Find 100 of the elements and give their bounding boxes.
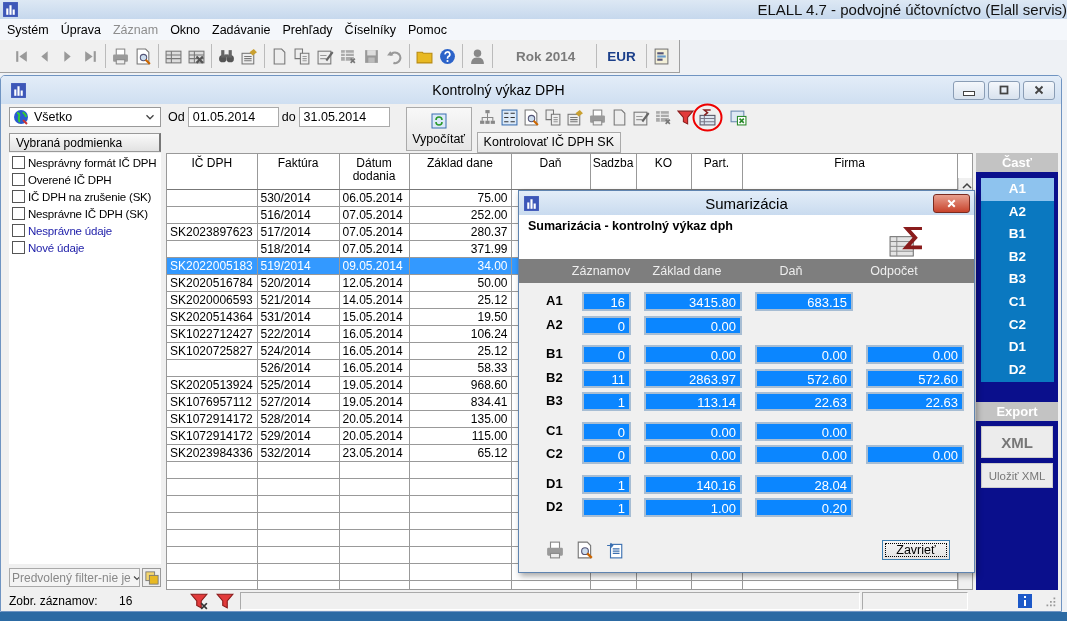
printer-icon[interactable] bbox=[546, 541, 564, 559]
close-button[interactable] bbox=[933, 193, 970, 213]
table-remove-icon[interactable] bbox=[340, 47, 357, 65]
column-header[interactable]: Dátum dodania bbox=[339, 154, 409, 189]
sum-field: 0.00 bbox=[644, 421, 742, 441]
table-cell: 25.12 bbox=[409, 291, 511, 308]
part-item[interactable]: D2 bbox=[981, 358, 1054, 382]
filter-dropdown[interactable]: Všetko bbox=[9, 107, 161, 127]
column-header: Odpočet bbox=[869, 264, 919, 278]
checkbox-label[interactable]: Overené IČ DPH bbox=[28, 173, 112, 186]
checkbox[interactable] bbox=[12, 173, 25, 186]
report-icon[interactable] bbox=[652, 47, 670, 65]
table-cell: 520/2014 bbox=[257, 274, 339, 291]
person-icon[interactable] bbox=[469, 47, 486, 65]
close-dialog-button[interactable]: Zavrieť bbox=[882, 540, 950, 560]
filter-options-button[interactable] bbox=[142, 568, 161, 587]
sum-table-icon[interactable] bbox=[698, 108, 716, 126]
hierarchy-icon[interactable] bbox=[478, 108, 496, 126]
table-remove-icon[interactable] bbox=[654, 108, 672, 126]
sum-field: 0 bbox=[582, 345, 631, 364]
print-preview-icon[interactable] bbox=[135, 47, 152, 65]
row-label: C2 bbox=[546, 445, 564, 461]
column-header[interactable]: Part. bbox=[691, 154, 742, 189]
refresh-icon bbox=[430, 113, 447, 129]
checkbox-label[interactable]: Nesprávne IČ DPH (SK) bbox=[28, 207, 148, 220]
part-item[interactable]: B2 bbox=[981, 245, 1054, 269]
checkbox-label[interactable]: Nesprávny formát IČ DPH bbox=[28, 156, 157, 169]
table-cell: 58.33 bbox=[409, 359, 511, 376]
table-cell: 19.50 bbox=[409, 308, 511, 325]
minimize-button[interactable] bbox=[953, 80, 985, 100]
copy-icon[interactable] bbox=[544, 108, 562, 126]
sum-field: 0.00 bbox=[755, 345, 853, 364]
checkbox[interactable] bbox=[12, 190, 25, 203]
column-header[interactable]: Sadzba bbox=[590, 154, 636, 189]
copy-icon[interactable] bbox=[294, 47, 311, 65]
table-cell: 12.05.2014 bbox=[339, 274, 409, 291]
checkbox-label[interactable]: Nesprávne údaje bbox=[28, 224, 112, 237]
column-header: Daň bbox=[778, 264, 804, 278]
sum-field: 1 bbox=[582, 392, 631, 411]
excel-export-icon[interactable] bbox=[729, 108, 747, 126]
properties-icon[interactable] bbox=[241, 47, 258, 65]
filter-icon[interactable] bbox=[676, 108, 694, 126]
export-button[interactable]: XML bbox=[981, 426, 1053, 459]
menu-item[interactable]: Prehľady bbox=[277, 22, 340, 37]
column-header[interactable]: Základ dane bbox=[409, 154, 511, 189]
export-button[interactable]: Uložiť XML bbox=[981, 463, 1053, 489]
table-cell: SK2020514364 bbox=[167, 308, 257, 325]
menu-item[interactable]: Zadávanie bbox=[207, 22, 278, 37]
part-item[interactable]: C1 bbox=[981, 290, 1054, 314]
filter-clear-icon[interactable] bbox=[189, 591, 208, 610]
menu-item[interactable]: Číselníky bbox=[339, 22, 403, 37]
column-header[interactable]: Daň bbox=[511, 154, 590, 189]
checkbox[interactable] bbox=[12, 241, 25, 254]
table-cell: 532/2014 bbox=[257, 444, 339, 461]
column-header[interactable]: Firma bbox=[742, 154, 957, 189]
checkbox[interactable] bbox=[12, 156, 25, 169]
printer-icon[interactable] bbox=[112, 47, 129, 65]
table-cell: 19.05.2014 bbox=[339, 393, 409, 410]
column-header[interactable]: Faktúra bbox=[257, 154, 339, 189]
table-cell: SK2020513924 bbox=[167, 376, 257, 393]
part-item[interactable]: B3 bbox=[981, 268, 1054, 291]
table-cell: 16.05.2014 bbox=[339, 342, 409, 359]
part-item[interactable]: B1 bbox=[981, 223, 1054, 246]
binoculars-icon[interactable] bbox=[218, 47, 235, 65]
date-field[interactable]: 31.05.2014 bbox=[298, 107, 390, 127]
close-button[interactable] bbox=[1023, 80, 1055, 100]
properties-icon[interactable] bbox=[566, 108, 584, 126]
document-icon[interactable] bbox=[271, 47, 288, 65]
column-header[interactable]: IČ DPH bbox=[167, 154, 257, 189]
checkbox[interactable] bbox=[12, 207, 25, 220]
table-cell: 524/2014 bbox=[257, 342, 339, 359]
print-preview-icon[interactable] bbox=[576, 541, 594, 559]
menu-item[interactable]: Systém bbox=[2, 22, 56, 37]
calculate-button[interactable]: Vypočítať bbox=[405, 107, 472, 151]
window-title: ELALL 4.7 - podvojné účtovníctvo (Elall servis) bbox=[757, 1, 1067, 18]
table-cell: 16.05.2014 bbox=[339, 359, 409, 376]
part-item[interactable]: A2 bbox=[981, 200, 1054, 224]
column-header[interactable]: KO bbox=[636, 154, 691, 189]
menu-item[interactable]: Úprava bbox=[55, 22, 108, 37]
export-icon[interactable] bbox=[606, 541, 624, 559]
menu-item[interactable]: Okno bbox=[165, 22, 208, 37]
help-icon[interactable] bbox=[439, 47, 456, 65]
checkbox-label[interactable]: Nové údaje bbox=[28, 241, 85, 254]
print-preview-icon[interactable] bbox=[522, 108, 540, 126]
sum-field: 0.00 bbox=[644, 445, 742, 464]
checkbox-label[interactable]: IČ DPH na zrušenie (SK) bbox=[28, 190, 152, 203]
menu-item[interactable]: Pomoc bbox=[403, 22, 454, 37]
date-field[interactable]: 01.05.2014 bbox=[187, 107, 279, 127]
select-all-icon[interactable] bbox=[500, 108, 518, 126]
part-item[interactable]: C2 bbox=[981, 313, 1054, 337]
check-vat-button[interactable]: Kontrolovať IČ DPH SK bbox=[476, 131, 622, 153]
checkbox[interactable] bbox=[12, 224, 25, 237]
info-icon[interactable] bbox=[1017, 592, 1034, 609]
table-cell: 34.00 bbox=[409, 257, 511, 274]
sum-field: 0 bbox=[582, 421, 631, 441]
printer-icon[interactable] bbox=[588, 108, 606, 126]
sum-field: 113.14 bbox=[644, 392, 742, 411]
maximize-button[interactable] bbox=[988, 80, 1020, 100]
sum-field: 0.00 bbox=[866, 345, 964, 364]
part-item[interactable]: D1 bbox=[981, 336, 1054, 359]
